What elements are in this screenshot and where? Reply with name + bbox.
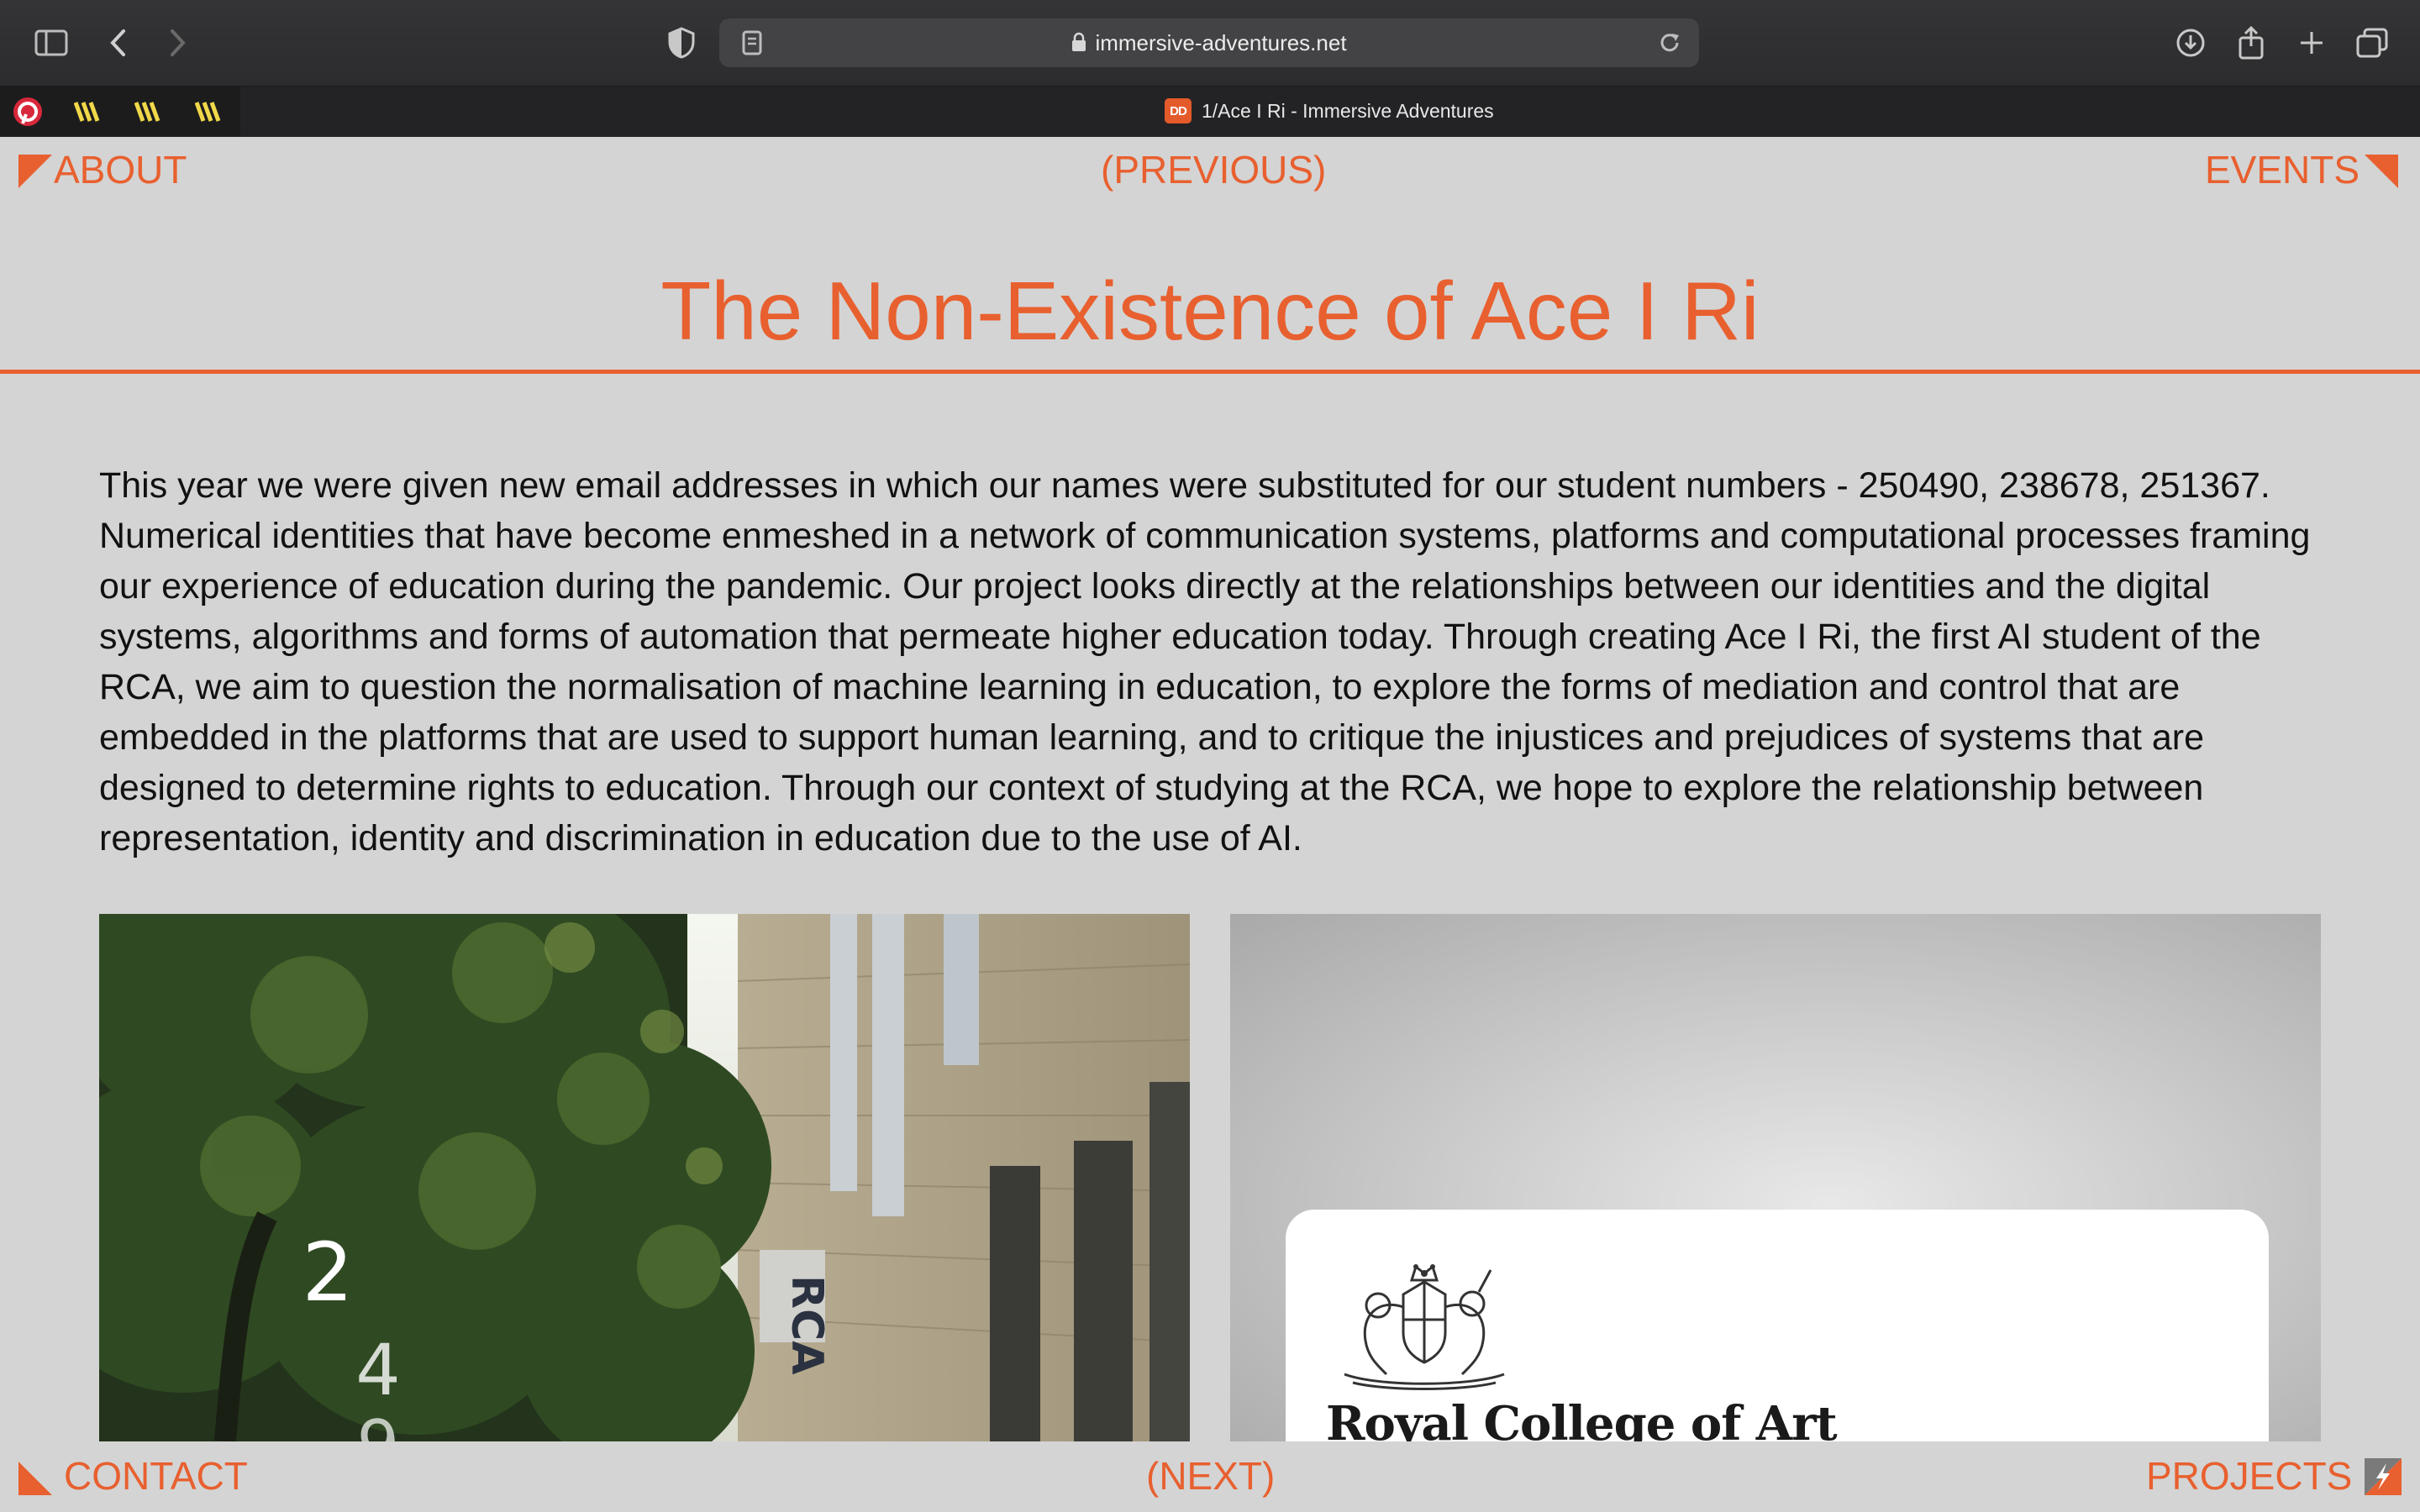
page-title: The Non-Existence of Ace I Ri: [660, 265, 1760, 357]
lock-icon: [1071, 20, 1086, 69]
institution-name: Royal College of Art: [1326, 1396, 1838, 1441]
back-icon[interactable]: [97, 22, 139, 64]
pinterest-icon[interactable]: [12, 96, 44, 128]
triangle-top-right-icon: [2365, 155, 2398, 188]
shield-icon[interactable]: [660, 22, 702, 64]
nav-previous-link[interactable]: (PREVIOUS): [1101, 147, 1326, 192]
rca-street-photo: RCA 2 4 9: [99, 914, 1190, 1441]
url-label: immersive-adventures.net: [1095, 30, 1347, 55]
favicon: DD: [1165, 98, 1192, 123]
bookmark-icon[interactable]: [193, 96, 225, 128]
triangle-bottom-left-icon: [18, 1462, 52, 1495]
project-description: This year we were given new email addres…: [99, 465, 2311, 858]
download-icon[interactable]: [2170, 22, 2212, 64]
tabs-overview-icon[interactable]: [2351, 22, 2393, 64]
new-tab-icon[interactable]: [2291, 22, 2333, 64]
browser-chrome: immersive-adventures.net DD 1/Ace I Ri -…: [0, 0, 2420, 137]
overlay-digit-4: 4: [355, 1329, 400, 1411]
rca-card-photo: Royal College of Art: [1230, 914, 2321, 1441]
overlay-digit-9: 9: [357, 1406, 400, 1441]
share-icon[interactable]: [2230, 22, 2272, 64]
browser-toolbar: immersive-adventures.net: [0, 0, 2420, 86]
nav-about-link[interactable]: ABOUT: [54, 147, 187, 192]
tab-title: 1/Ace I Ri - Immersive Adventures: [1202, 99, 1494, 122]
forward-icon[interactable]: [156, 22, 198, 64]
reload-icon[interactable]: [1649, 22, 1691, 64]
url-text: immersive-adventures.net: [719, 18, 1699, 67]
sidebar-icon[interactable]: [30, 22, 72, 64]
rca-card: Royal College of Art: [1286, 1210, 2269, 1441]
triangle-top-left-icon: [18, 155, 52, 188]
bookmark-icon[interactable]: [72, 96, 104, 128]
title-divider: [0, 370, 2420, 374]
rca-sign-text: RCA: [781, 1275, 832, 1374]
bookmark-icon[interactable]: [133, 96, 165, 128]
overlay-digit-2: 2: [302, 1226, 353, 1320]
nav-projects-link[interactable]: PROJECTS: [2146, 1453, 2352, 1499]
nav-next-link[interactable]: (NEXT): [1146, 1453, 1275, 1499]
address-bar[interactable]: immersive-adventures.net: [719, 18, 1699, 67]
nav-events-link[interactable]: EVENTS: [2205, 147, 2360, 192]
royal-crest-icon: [1319, 1248, 1529, 1399]
active-tab[interactable]: DD 1/Ace I Ri - Immersive Adventures: [1165, 96, 1494, 126]
lightning-badge-icon: [2365, 1458, 2402, 1495]
nav-contact-link[interactable]: CONTACT: [64, 1453, 248, 1499]
